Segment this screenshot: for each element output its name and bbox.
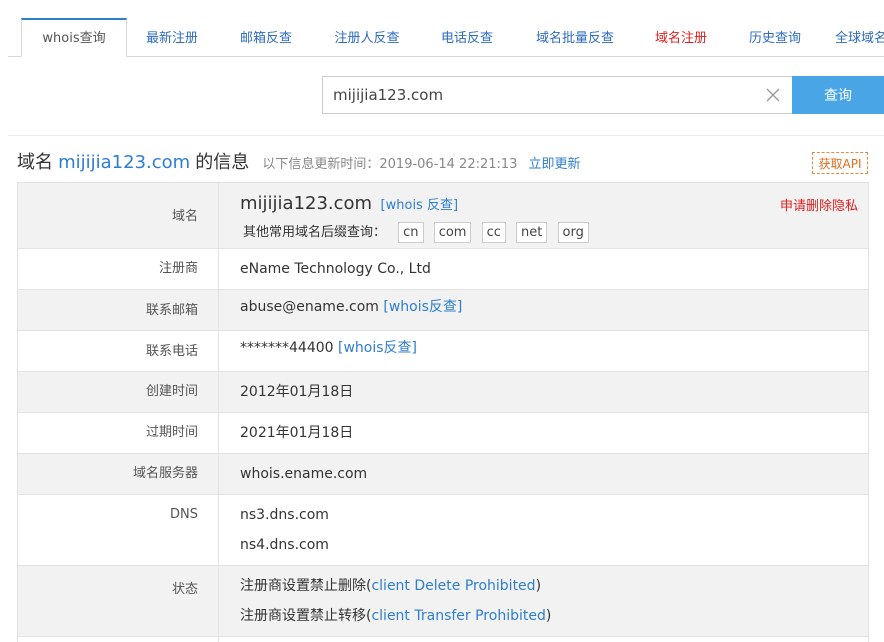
value-next [219, 637, 868, 642]
value-email: abuse@ename.com [whois反查] [219, 290, 868, 330]
update-time-text: 以下信息更新时间：2019-06-14 22:21:13 [262, 157, 518, 172]
label-whois-server: 域名服务器 [18, 454, 219, 494]
email-text: abuse@ename.com [240, 299, 379, 315]
status-suffix: ) [545, 608, 552, 624]
other-suffix-label: 其他常用域名后缀查询： [243, 225, 387, 240]
phone-text: *******44400 [240, 340, 334, 356]
tab-history-query[interactable]: 历史查询 [741, 20, 809, 56]
label-created: 创建时间 [18, 372, 219, 412]
suffix-net[interactable]: net [516, 222, 548, 243]
value-registrar: eName Technology Co., Ltd [240, 261, 431, 277]
label-expires: 过期时间 [18, 413, 219, 453]
label-status: 状态 [18, 566, 219, 636]
status-prefix: 注册商设置禁止删除( [240, 578, 372, 594]
tab-batch-reverse[interactable]: 域名批量反查 [527, 20, 623, 56]
status-prefix: 注册商设置禁止转移( [240, 608, 372, 624]
value-domain: mijijia123.com [whois 反查] 其他常用域名后缀查询： cn… [219, 183, 868, 248]
row-phone: 联系电话 *******44400 [whois反查] [18, 331, 868, 372]
remove-privacy-link[interactable]: 申请删除隐私 [780, 195, 858, 214]
domain-name: mijijia123.com [240, 193, 373, 214]
status-item: 注册商设置禁止转移(client Transfer Prohibited) [240, 601, 868, 631]
row-whois-server: 域名服务器 whois.ename.com [18, 454, 868, 495]
tab-registrant-reverse[interactable]: 注册人反查 [326, 20, 408, 56]
label-next [18, 637, 219, 642]
row-status: 状态 注册商设置禁止删除(client Delete Prohibited) 注… [18, 566, 868, 637]
whois-info-table: 域名 mijijia123.com [whois 反查] 其他常用域名后缀查询：… [17, 182, 869, 642]
label-phone: 联系电话 [18, 331, 219, 371]
suffix-org[interactable]: org [557, 222, 589, 243]
status-code-link[interactable]: client Delete Prohibited [371, 578, 535, 594]
value-dns: ns3.dns.com ns4.dns.com [219, 495, 868, 565]
tab-whois-query[interactable]: whois查询 [21, 18, 127, 57]
dns-server-2: ns4.dns.com [240, 537, 329, 553]
heading-domain: mijijia123.com [58, 152, 191, 173]
tab-phone-reverse[interactable]: 电话反查 [433, 20, 501, 56]
value-whois-server: whois.ename.com [240, 466, 368, 482]
status-code-link[interactable]: client Transfer Prohibited [371, 608, 545, 624]
value-status: 注册商设置禁止删除(client Delete Prohibited) 注册商设… [219, 566, 868, 636]
row-created: 创建时间 2012年01月18日 [18, 372, 868, 413]
tab-email-reverse[interactable]: 邮箱反查 [232, 20, 300, 56]
whois-reverse-link[interactable]: [whois 反查] [381, 198, 459, 213]
get-api-button[interactable]: 获取API [812, 152, 868, 174]
label-dns: DNS [18, 495, 219, 565]
update-now-link[interactable]: 立即更新 [529, 157, 581, 172]
value-phone: *******44400 [whois反查] [219, 331, 868, 371]
value-expires: 2021年01月18日 [240, 425, 354, 441]
status-item: 注册商设置禁止删除(client Delete Prohibited) [240, 571, 868, 601]
label-registrar: 注册商 [18, 249, 219, 289]
tab-domain-register[interactable]: 域名注册 [647, 20, 715, 56]
row-registrar: 注册商 eName Technology Co., Ltd [18, 249, 868, 290]
tab-global-domain[interactable]: 全球域名 [835, 20, 884, 56]
row-email: 联系邮箱 abuse@ename.com [whois反查] [18, 290, 868, 331]
tab-latest-registered[interactable]: 最新注册 [138, 20, 206, 56]
row-expires: 过期时间 2021年01月18日 [18, 413, 868, 454]
row-next [18, 637, 868, 642]
dns-server-1: ns3.dns.com [240, 507, 329, 523]
value-created: 2012年01月18日 [240, 384, 354, 400]
section-divider [8, 135, 884, 136]
heading-prefix: 域名 [17, 152, 53, 173]
search-box [322, 76, 792, 114]
email-whois-reverse-link[interactable]: [whois反查] [383, 299, 462, 315]
row-dns: DNS ns3.dns.com ns4.dns.com [18, 495, 868, 566]
close-icon[interactable] [764, 86, 782, 104]
status-suffix: ) [535, 578, 542, 594]
suffix-cc[interactable]: cc [481, 222, 506, 243]
label-email: 联系邮箱 [18, 290, 219, 330]
search-button[interactable]: 查询 [792, 76, 884, 114]
search-input[interactable] [333, 77, 753, 113]
suffix-cn[interactable]: cn [398, 222, 424, 243]
row-domain: 域名 mijijia123.com [whois 反查] 其他常用域名后缀查询：… [18, 183, 868, 249]
suffix-com[interactable]: com [433, 222, 472, 243]
domain-info-heading: 域名 mijijia123.com 的信息 以下信息更新时间：2019-06-1… [17, 150, 581, 176]
whois-page: whois查询 最新注册 邮箱反查 注册人反查 电话反查 域名批量反查 域名注册… [0, 0, 884, 642]
label-domain: 域名 [18, 183, 219, 248]
tab-bar: whois查询 最新注册 邮箱反查 注册人反查 电话反查 域名批量反查 域名注册… [8, 18, 884, 57]
heading-suffix: 的信息 [195, 152, 250, 173]
phone-whois-reverse-link[interactable]: [whois反查] [338, 340, 417, 356]
